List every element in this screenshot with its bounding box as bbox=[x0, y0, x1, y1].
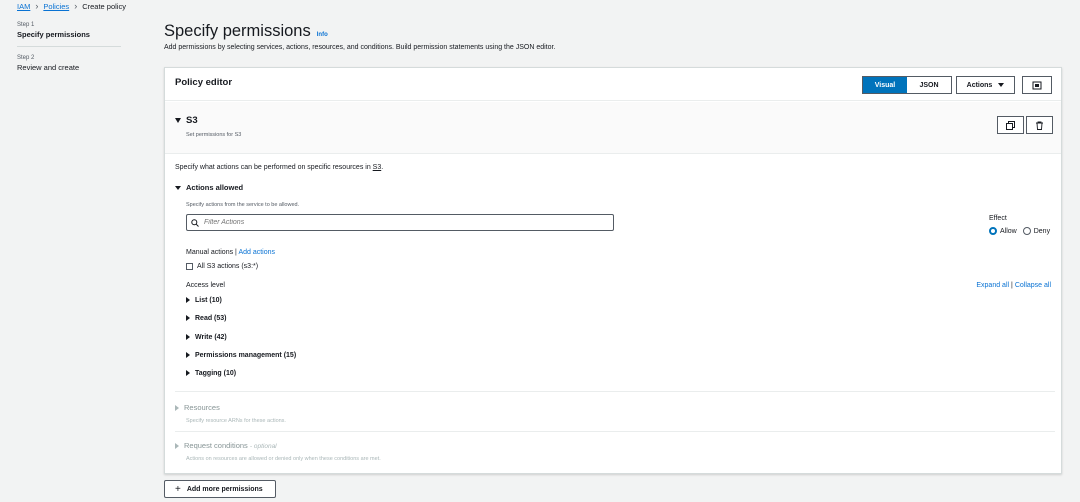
add-more-permissions-button[interactable]: + Add more permissions bbox=[164, 480, 276, 498]
access-level-label: Write (42) bbox=[195, 334, 227, 341]
search-icon bbox=[191, 218, 199, 227]
radio-empty-icon bbox=[1022, 227, 1031, 235]
editor-mode-toggle: Visual JSON bbox=[862, 76, 952, 94]
trash-icon bbox=[1036, 121, 1043, 130]
manual-actions: Manual actions | Add actions bbox=[186, 249, 275, 256]
access-level-label: Read (53) bbox=[195, 315, 227, 322]
caret-right-icon bbox=[186, 297, 190, 304]
breadcrumb-iam[interactable]: IAM bbox=[17, 2, 30, 11]
allow-label: Allow bbox=[1000, 227, 1017, 235]
deny-label: Deny bbox=[1033, 227, 1051, 235]
access-level-label: Tagging (10) bbox=[195, 370, 237, 377]
filter-actions-input[interactable] bbox=[204, 219, 594, 226]
page-subtitle: Add permissions by selecting services, a… bbox=[164, 44, 556, 51]
manual-separator: | bbox=[235, 249, 237, 256]
info-link[interactable]: Info bbox=[317, 32, 328, 38]
wizard-steps: Step 1 Specify permissions Step 2 Review… bbox=[17, 22, 121, 72]
access-level-label: List (10) bbox=[195, 297, 222, 304]
step-1: Step 1 Specify permissions bbox=[17, 22, 121, 39]
plus-icon: + bbox=[175, 483, 181, 495]
step-number: Step 1 bbox=[17, 22, 35, 28]
caret-right-icon bbox=[175, 405, 179, 412]
service-description: Specify what actions can be performed on… bbox=[175, 164, 383, 171]
actions-hint: Specify actions from the service to be a… bbox=[186, 202, 300, 208]
collapse-caret-icon[interactable] bbox=[175, 118, 181, 123]
step-2: Step 2 Review and create bbox=[17, 55, 121, 72]
section-divider bbox=[175, 391, 1055, 392]
checkbox-icon bbox=[186, 263, 193, 270]
expand-all-link[interactable]: Expand all bbox=[976, 282, 1009, 289]
section-divider bbox=[175, 431, 1055, 432]
service-subtitle: Set permissions for S3 bbox=[186, 132, 242, 138]
resources-title: Resources bbox=[184, 403, 220, 412]
page-header: Specify permissions Info bbox=[164, 22, 328, 41]
access-level-label: Access level bbox=[186, 282, 225, 289]
access-level-read[interactable]: Read (53) bbox=[186, 315, 227, 322]
effect-group: Effect Allow Deny bbox=[989, 215, 1050, 235]
fullscreen-icon bbox=[1032, 81, 1042, 89]
caret-down-icon bbox=[998, 83, 1005, 87]
copy-icon bbox=[1006, 120, 1015, 130]
step-title: Specify permissions bbox=[17, 30, 90, 39]
resources-hint: Specify resource ARNs for these actions. bbox=[186, 418, 286, 424]
spec-suffix: . bbox=[381, 164, 384, 171]
chevron-right-icon: › bbox=[35, 1, 39, 11]
actions-allowed-label: Actions allowed bbox=[186, 183, 244, 192]
actions-label: Actions bbox=[966, 81, 993, 89]
policy-editor-title: Policy editor bbox=[175, 77, 233, 88]
service-name: S3 bbox=[186, 115, 198, 126]
remove-button[interactable] bbox=[1026, 116, 1053, 134]
policy-editor-card: Policy editor Visual JSON Actions S3 Set… bbox=[164, 67, 1062, 474]
caret-right-icon bbox=[186, 370, 190, 377]
filter-actions-field[interactable] bbox=[186, 214, 614, 231]
service-header: S3 Set permissions for S3 bbox=[165, 102, 1061, 154]
radio-selected-icon bbox=[989, 227, 997, 235]
chevron-right-icon: › bbox=[74, 1, 78, 11]
effect-label: Effect bbox=[989, 215, 1007, 222]
access-level-label: Permissions management (15) bbox=[195, 352, 297, 359]
json-tab[interactable]: JSON bbox=[907, 77, 951, 93]
s3-service-link[interactable]: S3 bbox=[373, 164, 382, 171]
deny-radio[interactable]: Deny bbox=[1022, 227, 1051, 235]
step-divider bbox=[17, 46, 121, 47]
fullscreen-button[interactable] bbox=[1022, 76, 1052, 94]
access-level-permissions-management[interactable]: Permissions management (15) bbox=[186, 352, 296, 359]
collapse-all-link[interactable]: Collapse all bbox=[1015, 282, 1051, 289]
request-conditions-header[interactable]: Request conditions - optional bbox=[175, 441, 277, 450]
conditions-hint: Actions on resources are allowed or deni… bbox=[186, 456, 381, 462]
caret-right-icon bbox=[186, 315, 190, 322]
duplicate-button[interactable] bbox=[997, 116, 1024, 134]
expand-collapse-links: Expand all | Collapse all bbox=[976, 282, 1051, 289]
all-actions-checkbox[interactable]: All S3 actions (s3:*) bbox=[186, 263, 258, 270]
add-more-label: Add more permissions bbox=[186, 485, 263, 493]
visual-tab[interactable]: Visual bbox=[863, 77, 907, 93]
add-actions-link[interactable]: Add actions bbox=[238, 249, 275, 256]
step-title: Review and create bbox=[17, 63, 80, 72]
caret-right-icon bbox=[186, 352, 190, 359]
conditions-optional: - optional bbox=[249, 443, 277, 450]
breadcrumb-policies[interactable]: Policies bbox=[43, 2, 69, 11]
effect-radios: Allow Deny bbox=[989, 227, 1050, 235]
policy-editor-header: Policy editor Visual JSON Actions bbox=[165, 68, 1061, 101]
allow-radio[interactable]: Allow bbox=[989, 227, 1017, 235]
conditions-title: Request conditions bbox=[184, 441, 248, 450]
access-level-list[interactable]: List (10) bbox=[186, 297, 222, 304]
spec-prefix: Specify what actions can be performed on… bbox=[175, 164, 373, 171]
caret-right-icon bbox=[175, 443, 179, 450]
resources-header[interactable]: Resources bbox=[175, 403, 220, 412]
access-level-tagging[interactable]: Tagging (10) bbox=[186, 370, 236, 377]
caret-right-icon bbox=[186, 334, 190, 341]
breadcrumb: IAM › Policies › Create policy bbox=[17, 1, 126, 11]
breadcrumb-current: Create policy bbox=[82, 1, 126, 11]
actions-dropdown[interactable]: Actions bbox=[956, 76, 1015, 94]
access-level-write[interactable]: Write (42) bbox=[186, 334, 227, 341]
actions-allowed-header[interactable]: Actions allowed bbox=[175, 183, 243, 192]
caret-down-icon bbox=[175, 186, 181, 191]
all-actions-label: All S3 actions (s3:*) bbox=[197, 263, 259, 270]
step-number: Step 2 bbox=[17, 55, 35, 61]
page-title: Specify permissions bbox=[164, 22, 311, 40]
manual-actions-label: Manual actions bbox=[186, 249, 234, 256]
expand-separator: | bbox=[1011, 282, 1013, 289]
